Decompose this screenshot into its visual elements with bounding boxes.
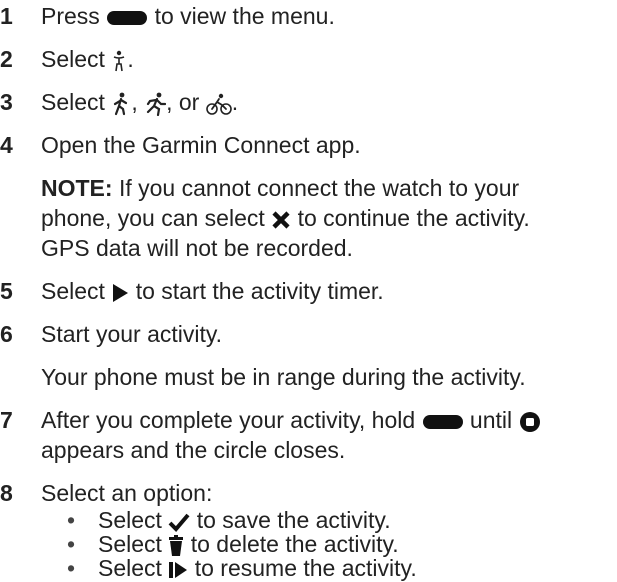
note-text: If you cannot connect the watch to your bbox=[118, 175, 520, 201]
step-text: , bbox=[131, 89, 138, 115]
step-number: 7 bbox=[0, 407, 13, 433]
note-text: GPS data will not be recorded. bbox=[41, 235, 353, 261]
note-text: phone, you can select bbox=[41, 205, 265, 231]
step-text: . bbox=[127, 46, 134, 72]
option-text: Select bbox=[98, 555, 162, 581]
step-text: Open the Garmin Connect app. bbox=[41, 132, 361, 158]
step-text: to start the activity timer. bbox=[135, 278, 384, 304]
step-text: . bbox=[231, 89, 239, 115]
person-standing-icon bbox=[114, 50, 125, 72]
step-text: , or bbox=[166, 89, 200, 115]
bike-icon bbox=[205, 93, 232, 115]
note-label: NOTE: bbox=[41, 175, 113, 201]
button-icon bbox=[422, 414, 463, 429]
step-number: 6 bbox=[0, 321, 13, 347]
button-icon bbox=[107, 10, 148, 25]
bullet: • bbox=[66, 555, 76, 581]
x-icon bbox=[272, 211, 290, 229]
stop-icon bbox=[519, 411, 540, 432]
play-icon bbox=[113, 283, 129, 302]
step-text: Select bbox=[41, 278, 105, 304]
step-detail: Your phone must be in range during the a… bbox=[41, 364, 526, 390]
step-text: Select an option: bbox=[41, 480, 213, 506]
resume-icon bbox=[169, 561, 188, 578]
step-text: until bbox=[469, 407, 513, 433]
step-number: 5 bbox=[0, 278, 13, 304]
option-text: to resume the activity. bbox=[194, 555, 417, 581]
step-number: 2 bbox=[0, 46, 13, 72]
step-number: 3 bbox=[0, 89, 13, 115]
note-text: to continue the activity. bbox=[297, 205, 530, 231]
step-text: to view the menu. bbox=[154, 3, 335, 29]
step-text: After you complete your activity, hold bbox=[41, 407, 416, 433]
step-text: appears and the circle closes. bbox=[41, 437, 346, 463]
checkmark-icon bbox=[168, 513, 190, 532]
step-text: Select bbox=[41, 89, 105, 115]
run-icon bbox=[147, 92, 167, 116]
walk-icon bbox=[114, 92, 128, 116]
step-number: 4 bbox=[0, 132, 13, 158]
step-text: Select bbox=[41, 46, 105, 72]
step-number: 1 bbox=[0, 3, 13, 29]
step-number: 8 bbox=[0, 480, 13, 506]
step-text: Press bbox=[41, 3, 100, 29]
step-text: Start your activity. bbox=[41, 321, 223, 347]
